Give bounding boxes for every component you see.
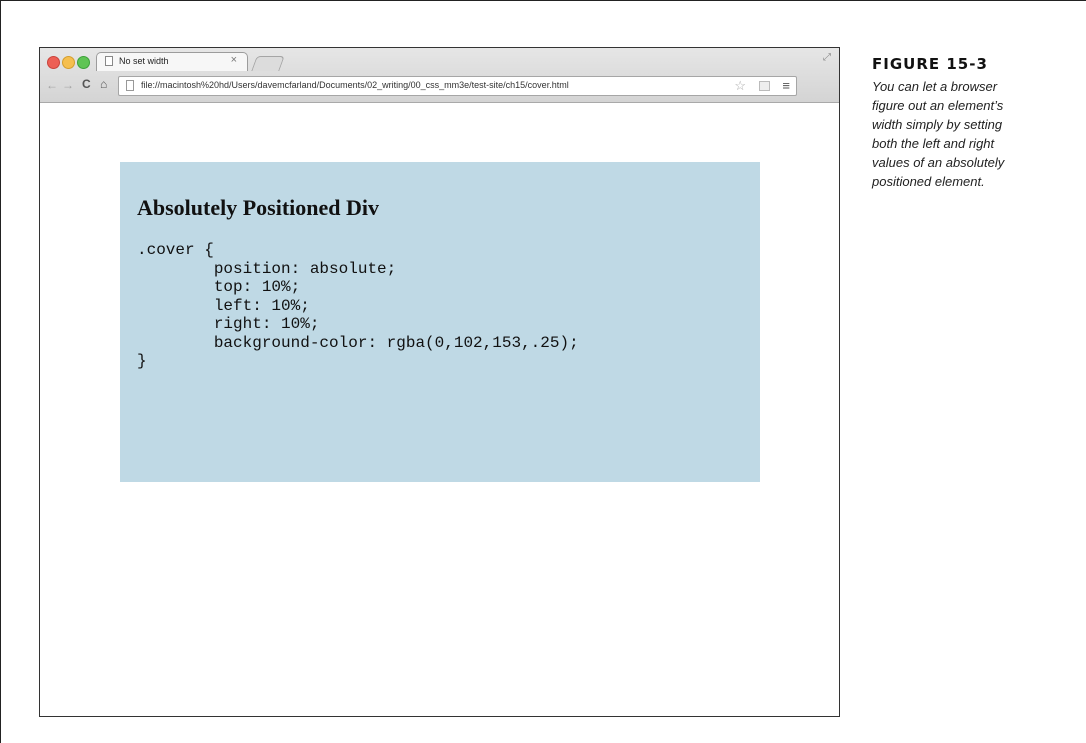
close-window-button[interactable]: [47, 56, 60, 69]
minimize-window-button[interactable]: [62, 56, 75, 69]
extension-icon[interactable]: [759, 81, 770, 91]
code-line: .cover {: [137, 241, 214, 259]
css-code-block: .cover { position: absolute; top: 10%; l…: [137, 241, 579, 371]
caption-line: positioned element.: [872, 174, 985, 189]
code-line: top: 10%;: [137, 278, 301, 296]
figure-label: FIGURE 15-3: [872, 55, 988, 73]
address-bar[interactable]: file://macintosh%20hd/Users/davemcfarlan…: [118, 76, 797, 96]
caption-line: values of an absolutely: [872, 155, 1005, 170]
url-text[interactable]: file://macintosh%20hd/Users/davemcfarlan…: [141, 80, 569, 90]
code-line: position: absolute;: [137, 259, 397, 278]
page-top-rule: [0, 0, 1086, 1]
caption-line: width simply by setting: [872, 117, 1003, 132]
reload-icon[interactable]: C: [82, 77, 91, 91]
caption-line: You can let a browser: [872, 79, 998, 94]
figure-description: You can let a browser figure out an elem…: [872, 77, 1072, 191]
code-line: left: 10%;: [137, 296, 310, 315]
code-line: }: [137, 352, 147, 370]
code-line: background-color: rgba(0,102,153,.25);: [137, 333, 579, 352]
cover-div: Absolutely Positioned Div .cover { posit…: [120, 162, 760, 482]
fullscreen-icon[interactable]: ⤢: [823, 52, 831, 63]
back-arrow-icon[interactable]: ←: [46, 78, 58, 92]
browser-screenshot: No set width × ⤢ ← → C ⌂ file://macintos…: [39, 47, 840, 717]
browser-tab[interactable]: No set width ×: [96, 52, 248, 71]
forward-arrow-icon[interactable]: →: [62, 78, 74, 92]
caption-line: both the left and right: [872, 136, 995, 151]
page-viewport: Absolutely Positioned Div .cover { posit…: [40, 103, 839, 716]
tab-title: No set width: [119, 56, 169, 66]
tab-close-icon[interactable]: ×: [231, 54, 237, 66]
page-left-rule: [0, 0, 1, 743]
star-icon[interactable]: ☆: [734, 78, 746, 94]
browser-chrome: No set width × ⤢ ← → C ⌂ file://macintos…: [40, 48, 839, 103]
page-icon: [105, 56, 113, 66]
browser-toolbar: ← → C ⌂ file://macintosh%20hd/Users/dave…: [40, 72, 839, 102]
hamburger-menu-icon[interactable]: ≡: [782, 78, 790, 93]
caption-line: figure out an element’s: [872, 98, 1004, 113]
home-icon[interactable]: ⌂: [100, 77, 107, 91]
cover-heading: Absolutely Positioned Div: [137, 195, 380, 220]
zoom-window-button[interactable]: [77, 56, 90, 69]
figure-caption: FIGURE 15-3 You can let a browser figure…: [872, 55, 1072, 191]
page-icon: [126, 80, 134, 91]
code-line: right: 10%;: [137, 315, 320, 333]
new-tab-button[interactable]: [251, 56, 285, 71]
